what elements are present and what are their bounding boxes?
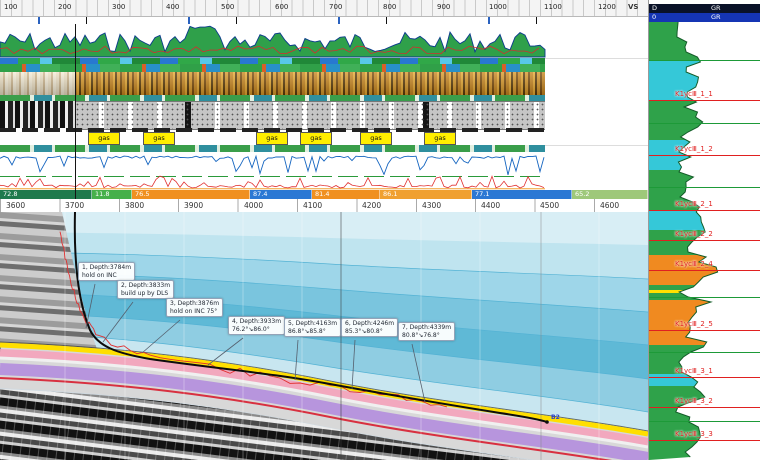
gr-curve-plot — [0, 24, 648, 58]
stat-segment: 72.8 — [0, 190, 92, 199]
gas-marker-row: gasgasgasgasgasgas — [0, 101, 648, 145]
gas-show-badge: gas — [360, 132, 392, 145]
lithology-track[interactable]: gasgasgasgasgasgas — [0, 101, 648, 146]
vs-ruler-tick: 600 — [275, 3, 288, 11]
gas-show-badge: gas — [300, 132, 332, 145]
gr-type-log-plot[interactable] — [649, 22, 760, 460]
image-log-track[interactable] — [0, 72, 545, 95]
image-log-shallow-section — [0, 72, 75, 95]
depth-ruler-tick: 4600 — [600, 201, 619, 210]
vs-ruler-tick: 900 — [437, 3, 450, 11]
depth-ruler-tick: 3900 — [184, 201, 203, 210]
survey-annotation[interactable]: 2, Depth:3833mbuild up by DLS — [117, 280, 174, 299]
resistivity-curve-track[interactable] — [0, 152, 648, 176]
depth-ruler-tick: 4100 — [303, 201, 322, 210]
vs-ruler-tick: 800 — [383, 3, 396, 11]
vs-unit-label: VS — [628, 3, 638, 11]
vs-ruler-tick: 1000 — [489, 3, 507, 11]
gas-show-badge: gas — [88, 132, 120, 145]
vs-ruler-tick: 700 — [329, 3, 342, 11]
stat-segment: 81.4 — [312, 190, 380, 199]
stat-segment: 65.2 — [572, 190, 648, 199]
gr-panel-header-top: D GR — [649, 4, 760, 13]
gas-show-badge: gas — [143, 132, 175, 145]
vs-ruler-tick: 400 — [166, 3, 179, 11]
md-depth-ruler: 3600 3700 3800 3900 4000 4100 4200 4300 4400 4500… — [0, 199, 648, 213]
well-section-view[interactable]: 100200300400500600700800900100011001200 … — [0, 0, 648, 460]
pay-flag-strip-lower[interactable] — [0, 145, 545, 152]
stat-segment: 77.1 — [472, 190, 572, 199]
stat-segment: 86.1 — [380, 190, 472, 199]
gr-curve-track[interactable] — [0, 24, 648, 59]
geosteering-app: 100200300400500600700800900100011001200 … — [0, 0, 760, 460]
vs-ruler-tick: 1200 — [598, 3, 616, 11]
survey-annotation[interactable]: 3, Depth:3876mhold on INC 75° — [166, 298, 223, 317]
depth-ruler-tick: 4400 — [481, 201, 500, 210]
survey-annotation[interactable]: 7, Depth:4339m80.8°↘76.8° — [398, 322, 455, 341]
gr-type-log-panel[interactable]: D GR 0 GR — [648, 0, 760, 460]
gas-show-badge: gas — [256, 132, 288, 145]
porosity-plot — [0, 175, 648, 190]
annotation-layer: 1, Depth:3784mhold on INC 2, Depth:3833m… — [0, 212, 648, 460]
vs-ruler: 100 200 300 400 500 600 700 800 900 1000 1100 1200 — [0, 0, 648, 17]
depth-ruler-tick: 4500 — [540, 201, 559, 210]
stat-segment: 11.8 — [92, 190, 132, 199]
stat-segment: 76.5 — [132, 190, 250, 199]
resistivity-plot — [0, 152, 648, 175]
vs-ruler-tick: 200 — [58, 3, 71, 11]
depth-ruler-tick: 3700 — [65, 201, 84, 210]
gas-show-badge: gas — [424, 132, 456, 145]
porosity-curve-track[interactable] — [0, 175, 648, 191]
survey-annotation[interactable]: 4, Depth:3933m76.2°↘86.0° — [228, 316, 285, 335]
survey-annotation[interactable]: 1, Depth:3784mhold on INC — [78, 262, 135, 281]
wellhead-vertical-line — [75, 24, 76, 199]
depth-ruler-tick: 4000 — [244, 201, 263, 210]
target-point-label: B2 — [551, 414, 560, 421]
stat-segment: 87.4 — [250, 190, 312, 199]
interval-stat-bar: 72.811.876.587.481.486.177.165.2 — [0, 190, 648, 199]
survey-annotation[interactable]: 5, Depth:4163m86.8°↘85.8° — [284, 318, 341, 337]
survey-annotation[interactable]: 6, Depth:4246m85.3°↘80.8° — [341, 318, 398, 337]
gr-panel-header-scale: 0 GR — [649, 13, 760, 22]
vs-ruler-tick: 500 — [221, 3, 234, 11]
vs-ruler-tick: 100 — [4, 3, 17, 11]
vs-ruler-tick: 1100 — [544, 3, 562, 11]
zonation-color-strip[interactable] — [0, 64, 545, 72]
depth-ruler-tick: 3800 — [125, 201, 144, 210]
seismic-section-view[interactable]: 1, Depth:3784mhold on INC 2, Depth:3833m… — [0, 212, 648, 460]
depth-ruler-tick: 4300 — [422, 201, 441, 210]
vs-ruler-tick: 300 — [112, 3, 125, 11]
depth-ruler-tick: 3600 — [6, 201, 25, 210]
depth-ruler-tick: 4200 — [362, 201, 381, 210]
